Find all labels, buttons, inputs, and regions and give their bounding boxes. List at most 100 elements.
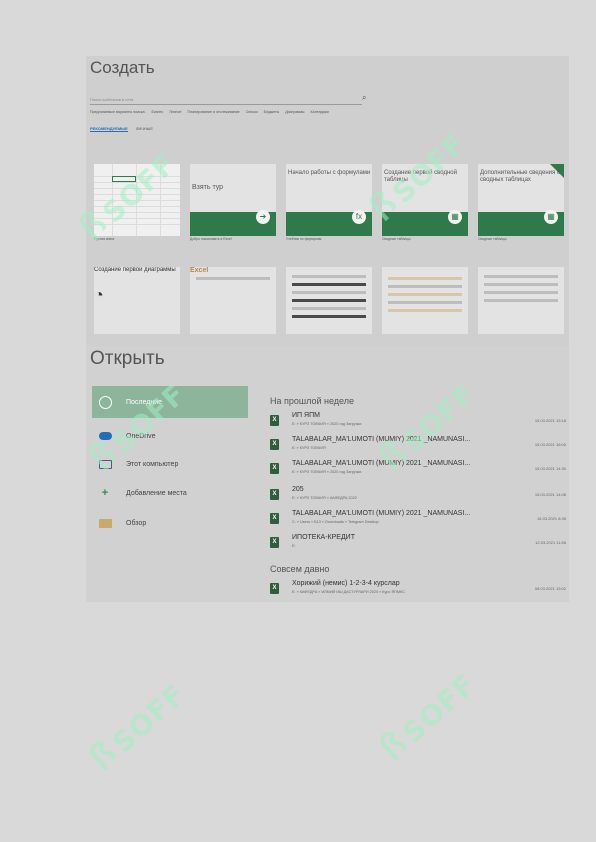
formula-icon: fx bbox=[352, 210, 366, 224]
file-date: 15.03.2021 13:18 bbox=[534, 418, 566, 423]
preview-line bbox=[388, 301, 462, 304]
clock-icon bbox=[98, 395, 112, 409]
recent-file[interactable]: X TALABALAR_MA'LUMOTI (MUMIY) 2021 _NAMU… bbox=[270, 510, 566, 530]
file-name: ИП ЯПМ bbox=[292, 412, 320, 419]
template-caption: Создание первой сводной таблицы bbox=[384, 170, 457, 183]
arrow-right-icon: ➔ bbox=[256, 210, 270, 224]
category-link[interactable]: Планирование и отслеживание bbox=[188, 110, 240, 114]
category-link[interactable]: Календари bbox=[311, 110, 329, 114]
location-label: Последние bbox=[126, 398, 163, 406]
template-blank-workbook[interactable] bbox=[94, 164, 180, 236]
preview-line bbox=[484, 291, 558, 294]
file-path: E: » КУРЗ ТОВЧИЯ » 2020 год Загрузки bbox=[292, 470, 362, 474]
preview-line bbox=[292, 315, 366, 318]
template-label: Сводные таблицы bbox=[382, 237, 411, 241]
cloud-icon bbox=[98, 429, 112, 443]
file-date: 15.03.2021 8:35 bbox=[537, 516, 566, 521]
recent-file[interactable]: X 205 E: » КУРЗ ТОВЧИЯ » КАФЕДРА 2022 15… bbox=[270, 486, 566, 506]
tab-featured[interactable]: РЕКОМЕНДУЕМЫЕ bbox=[90, 126, 128, 132]
category-link[interactable]: Списки bbox=[246, 110, 258, 114]
template-excel-preview[interactable]: Excel bbox=[190, 267, 276, 334]
excel-file-icon: X bbox=[270, 537, 279, 548]
table-icon: ▦ bbox=[544, 210, 558, 224]
excel-file-icon: X bbox=[270, 513, 279, 524]
preview-line bbox=[388, 293, 462, 296]
template-list-tan[interactable] bbox=[382, 267, 468, 334]
location-browse[interactable]: Обзор bbox=[92, 507, 248, 539]
search-icon[interactable]: ⌕ bbox=[362, 93, 366, 103]
location-recent[interactable]: Последние bbox=[92, 386, 248, 418]
watermark: ꟗSOFF bbox=[82, 677, 193, 780]
template-tour[interactable]: Взять тур ➔ bbox=[190, 164, 276, 236]
template-caption: Взять тур bbox=[192, 184, 224, 191]
template-tabs: РЕКОМЕНДУЕМЫЕ ЛИЧНЫЕ bbox=[90, 126, 153, 132]
recent-file[interactable]: X TALABALAR_MA'LUMOTI (MUMIY) 2021 _NAMU… bbox=[270, 436, 566, 456]
section-older: Совсем давно bbox=[270, 564, 330, 574]
template-caption: Начало работы с формулами bbox=[288, 170, 371, 176]
location-label: OneDrive bbox=[126, 432, 156, 440]
suggested-searches-label: Предлагаемые варианты поиска: bbox=[90, 110, 146, 114]
page: Создать Поиск шаблонов в сети ⌕ Предлага… bbox=[0, 0, 596, 842]
preview-line bbox=[292, 307, 366, 310]
template-caption: Создание первой диаграммы bbox=[94, 267, 176, 273]
template-label: Пустая книга bbox=[94, 237, 115, 241]
template-list-dark[interactable] bbox=[286, 267, 372, 334]
location-this-pc[interactable]: Этот компьютер bbox=[92, 448, 248, 480]
template-pivot-create[interactable]: Создание первой сводной таблицы ▦ bbox=[382, 164, 468, 236]
category-link[interactable]: Диаграммы bbox=[285, 110, 304, 114]
preview-line bbox=[292, 275, 366, 278]
preview-line bbox=[388, 285, 462, 288]
table-icon: ▦ bbox=[448, 210, 462, 224]
recent-file[interactable]: X TALABALAR_MA'LUMOTI (MUMIY) 2021 _NAMU… bbox=[270, 460, 566, 480]
file-path: E: » КАФЕДРА » ИЛМИЙ ИШ ДАСТУРЛАРИ 2020 … bbox=[292, 590, 405, 594]
file-date: 15.03.2021 14:30 bbox=[534, 466, 566, 471]
category-link[interactable]: Бюджеты bbox=[264, 110, 280, 114]
template-pivot-more[interactable]: Дополнительные сведения о сводных таблиц… bbox=[478, 164, 564, 236]
file-name: Хорижий (немис) 1-2-3-4 курслар bbox=[292, 580, 400, 587]
template-list-light[interactable] bbox=[478, 267, 564, 334]
file-path: C: » Users » Б13 » Downloads » Telegram … bbox=[292, 520, 379, 524]
chart-icon: ◔ bbox=[94, 287, 104, 304]
preview-line bbox=[484, 299, 558, 302]
location-add-place[interactable]: + Добавление места bbox=[92, 477, 248, 509]
template-label: Сводные таблицы bbox=[478, 237, 507, 241]
excel-file-icon: X bbox=[270, 489, 279, 500]
create-panel: Создать Поиск шаблонов в сети ⌕ Предлага… bbox=[86, 56, 569, 346]
tab-personal[interactable]: ЛИЧНЫЕ bbox=[136, 126, 153, 132]
template-charts[interactable]: Создание первой диаграммы ◔ bbox=[94, 267, 180, 334]
preview-line bbox=[196, 277, 270, 280]
recent-file[interactable]: X Хорижий (немис) 1-2-3-4 курслар E: » К… bbox=[270, 580, 566, 600]
location-label: Этот компьютер bbox=[126, 460, 179, 468]
file-path: E: » КУРЗ ТОВЧИЯ » КАФЕДРА 2022 bbox=[292, 496, 357, 500]
category-link[interactable]: Бизнес bbox=[151, 110, 163, 114]
recent-file[interactable]: X ИП ЯПМ E: » КУРЗ ТОВЧИЯ » 2020 год Заг… bbox=[270, 412, 566, 432]
file-date: 12.03.2021 11:56 bbox=[535, 540, 566, 545]
open-panel: Открыть Последние OneDrive Этот компьюте… bbox=[86, 346, 569, 602]
category-link[interactable]: Личное bbox=[169, 110, 181, 114]
template-formulas[interactable]: Начало работы с формулами fx bbox=[286, 164, 372, 236]
file-date: 15.03.2021 14:08 bbox=[534, 492, 566, 497]
template-caption: Excel bbox=[190, 267, 209, 274]
template-label: Учебник по формулам bbox=[286, 237, 322, 241]
excel-file-icon: X bbox=[270, 463, 279, 474]
template-label: Добро пожаловать в Excel bbox=[190, 237, 232, 241]
template-green-bar bbox=[94, 273, 180, 287]
open-title: Открыть bbox=[90, 348, 165, 369]
excel-file-icon: X bbox=[270, 439, 279, 450]
recent-file[interactable]: X ИПОТЕКА-КРЕДИТ E: 12.03.2021 11:56 bbox=[270, 534, 566, 554]
file-name: 205 bbox=[292, 486, 304, 493]
file-name: TALABALAR_MA'LUMOTI (MUMIY) 2021 _NAMUNA… bbox=[292, 460, 471, 467]
preview-line bbox=[388, 277, 462, 280]
preview-line bbox=[292, 283, 366, 286]
computer-icon bbox=[98, 457, 112, 471]
create-title: Создать bbox=[90, 58, 155, 77]
preview-line bbox=[484, 283, 558, 286]
file-name: ИПОТЕКА-КРЕДИТ bbox=[292, 534, 355, 541]
folder-icon bbox=[98, 516, 112, 530]
suggested-searches: Предлагаемые варианты поиска: Бизнес Лич… bbox=[90, 110, 329, 114]
location-label: Обзор bbox=[126, 519, 147, 527]
watermark: ꟗSOFF bbox=[372, 667, 483, 770]
template-search-input[interactable]: Поиск шаблонов в сети bbox=[90, 94, 362, 105]
preview-line bbox=[292, 299, 366, 302]
file-date: 15.03.2021 16:00 bbox=[534, 442, 566, 447]
